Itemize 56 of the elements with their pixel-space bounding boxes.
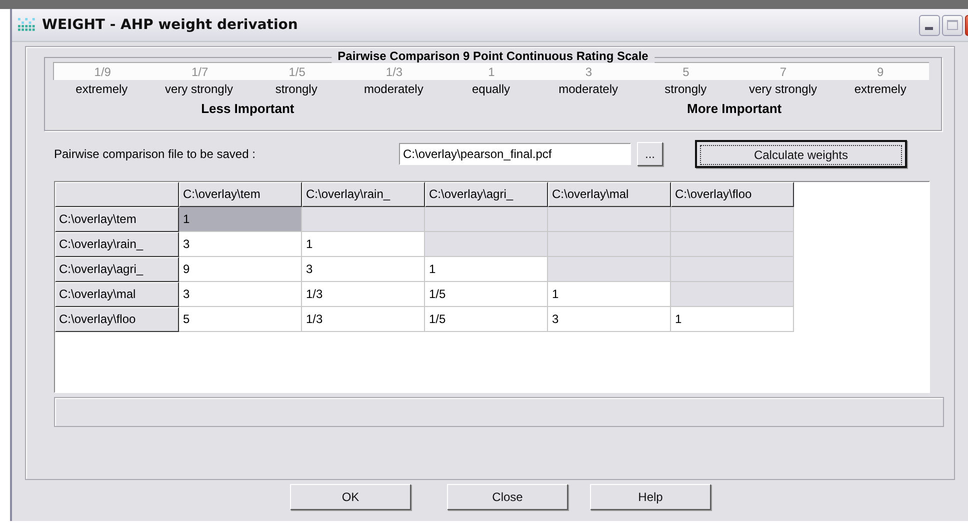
grid-cell[interactable]: 3 bbox=[179, 232, 302, 257]
minimize-button[interactable] bbox=[919, 14, 940, 36]
window-title: WEIGHT - AHP weight derivation bbox=[42, 17, 299, 33]
column-header: C:\overlay\rain_ bbox=[302, 182, 425, 207]
scale-value: 7 bbox=[778, 64, 788, 78]
scale-value: 1/7 bbox=[190, 64, 210, 78]
less-important-label: Less Important bbox=[200, 100, 296, 116]
grid-cell[interactable]: 1/5 bbox=[425, 282, 548, 307]
column-header: C:\overlay\floo bbox=[671, 182, 794, 207]
file-path-field[interactable]: C:\overlay\pearson_final.pcf bbox=[399, 143, 631, 165]
row-header: C:\overlay\floo bbox=[55, 307, 179, 332]
grid-cell[interactable]: 1 bbox=[179, 207, 302, 232]
grid-cell[interactable]: 1 bbox=[425, 257, 548, 282]
file-label: Pairwise comparison file to be saved : bbox=[54, 147, 256, 161]
scale-label: extremely bbox=[74, 82, 129, 96]
column-header: C:\overlay\mal bbox=[548, 182, 671, 207]
row-header: C:\overlay\agri_ bbox=[55, 257, 179, 282]
calculate-weights-button[interactable]: Calculate weights bbox=[695, 140, 907, 168]
grid-cell[interactable]: 3 bbox=[548, 307, 671, 332]
scale-label: extremely bbox=[853, 82, 908, 96]
dialog-button[interactable]: Help bbox=[590, 484, 711, 510]
grid-cell[interactable]: 1 bbox=[302, 232, 425, 257]
grid-cell[interactable]: 1/3 bbox=[302, 307, 425, 332]
browse-button[interactable]: ... bbox=[637, 142, 663, 166]
app-icon bbox=[18, 18, 36, 32]
scale-value: 5 bbox=[682, 64, 690, 78]
grid-cell[interactable]: 1/3 bbox=[302, 282, 425, 307]
row-header: C:\overlay\mal bbox=[55, 282, 179, 307]
grid-cell[interactable]: 1 bbox=[548, 282, 671, 307]
scale-label: very strongly bbox=[748, 82, 818, 96]
scale-value: 1/5 bbox=[288, 64, 306, 78]
column-header: C:\overlay\tem bbox=[179, 182, 302, 207]
scale-value: 1/3 bbox=[384, 64, 404, 78]
scale-label: very strongly bbox=[164, 82, 234, 96]
scale-label: strongly bbox=[274, 82, 318, 96]
grid-cell[interactable]: 1/5 bbox=[425, 307, 548, 332]
dialog-button[interactable]: Close bbox=[447, 484, 568, 510]
scale-value: 1 bbox=[487, 64, 496, 78]
scale-value: 1/9 bbox=[93, 64, 112, 78]
grid-cell[interactable]: 3 bbox=[179, 282, 302, 307]
row-header: C:\overlay\tem bbox=[55, 207, 179, 232]
dialog-button[interactable]: OK bbox=[290, 484, 411, 510]
scale-label: equally bbox=[470, 82, 511, 96]
scale-label: moderately bbox=[362, 82, 424, 96]
grid-cell[interactable]: 9 bbox=[179, 257, 302, 282]
scale-value: 9 bbox=[876, 64, 885, 78]
grid-cell[interactable]: 5 bbox=[179, 307, 302, 332]
more-important-label: More Important bbox=[686, 100, 783, 116]
column-header: C:\overlay\agri_ bbox=[425, 182, 548, 207]
grid-cell[interactable]: 3 bbox=[302, 257, 425, 282]
scale-title: Pairwise Comparison 9 Point Continuous Rating Scale bbox=[332, 49, 654, 63]
scale-value: 3 bbox=[584, 64, 594, 78]
scale-label: moderately bbox=[558, 82, 620, 96]
grid-cell[interactable]: 1 bbox=[671, 307, 794, 332]
row-header: C:\overlay\rain_ bbox=[55, 232, 179, 257]
scale-label: strongly bbox=[664, 82, 708, 96]
